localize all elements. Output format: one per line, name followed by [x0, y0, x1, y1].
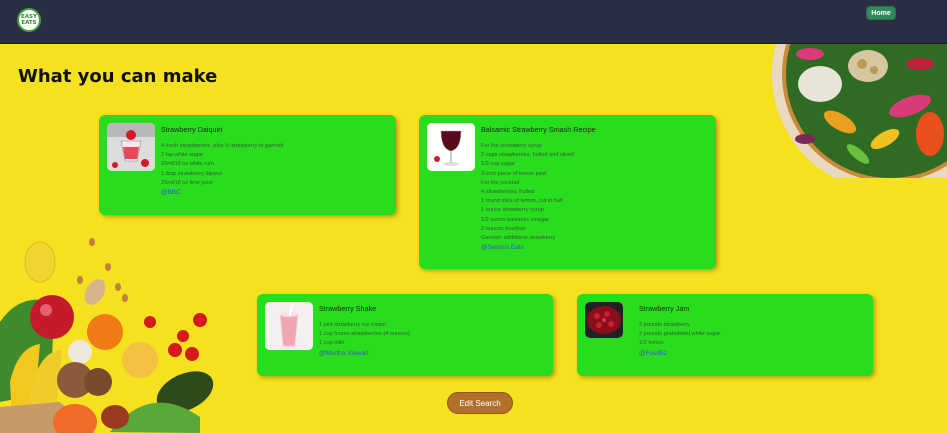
ingredient-item: 2 cups strawberries, hulled and sliced — [481, 152, 575, 159]
ingredient-list: 1 pint strawberry ice cream 1 cup frozen… — [319, 321, 410, 358]
produce-image — [0, 232, 240, 433]
ingredient-item: For the cocktail — [481, 179, 519, 186]
ingredient-list: 2 pounds strawberry 2 pounds granulated … — [639, 321, 720, 358]
ingredient-item: 1 cup milk — [319, 340, 345, 347]
ingredient-item: 1/2 lemon — [639, 340, 664, 347]
ingredient-item: 1 pint strawberry ice cream — [319, 322, 387, 328]
ingredient-item: 2 pounds strawberry — [639, 322, 690, 328]
source-link[interactable]: @BBC — [161, 188, 284, 197]
ingredient-list: 4 fresh strawberries, plus ½ strawberry … — [161, 142, 284, 197]
recipe-card[interactable]: Strawberry Daiquiri 4 fresh strawberries… — [99, 115, 396, 215]
ingredient-item: 1/2 ounce balsamic vinegar — [481, 216, 550, 223]
recipe-title: Balsamic Strawberry Smash Recipe — [481, 125, 596, 134]
ingredient-item: 25ml/1fl oz white rum — [161, 161, 214, 168]
ingredient-item: Garnish: additional strawberry — [481, 235, 556, 242]
jam-image — [585, 302, 623, 338]
ingredient-item: 1/3 cup sugar — [481, 161, 515, 168]
ingredient-item: 3-inch piece of lemon peel — [481, 170, 547, 177]
ingredient-item: 25ml/1fl oz lime juice — [161, 179, 213, 186]
ingredient-item: 4 fresh strawberries, plus ½ strawberry … — [161, 143, 284, 149]
source-link[interactable]: @Serious Eats — [481, 243, 574, 252]
home-button[interactable]: Home — [866, 6, 896, 20]
wine-glass-image — [427, 123, 475, 171]
edit-search-button[interactable]: Edit Search — [447, 392, 513, 414]
salad-bowl-image — [770, 44, 947, 178]
navbar: EASY EATS Home — [0, 0, 947, 44]
recipe-title: Strawberry Daiquiri — [161, 125, 223, 134]
logo-line-2: EATS — [21, 20, 37, 26]
source-link[interactable]: @Food52 — [639, 349, 720, 358]
milkshake-image — [265, 302, 313, 350]
ingredient-item: 2 pounds granulated white sugar — [639, 331, 721, 338]
recipe-card[interactable]: Strawberry Shake 1 pint strawberry ice c… — [257, 294, 553, 376]
recipe-card[interactable]: Strawberry Jam 2 pounds strawberry 2 pou… — [577, 294, 873, 376]
source-link[interactable]: @Martha Stewart — [319, 349, 410, 358]
recipe-title: Strawberry Shake — [319, 304, 377, 313]
ingredient-item: For the strawberry syrup — [481, 143, 542, 149]
ingredient-item: 2 ounces bourbon — [481, 225, 526, 232]
ingredient-item: 1 ounce strawberry syrup — [481, 207, 544, 214]
ingredient-item: 1 round slice of lemon, cut in half — [481, 198, 563, 205]
ingredient-item: 2 tsp white sugar — [161, 152, 204, 159]
logo[interactable]: EASY EATS — [17, 8, 41, 32]
recipe-title: Strawberry Jam — [639, 304, 690, 313]
ingredient-item: 4 strawberries, hulled — [481, 189, 535, 196]
ingredient-item: 1 tbsp strawberry liqueur — [161, 170, 223, 177]
ingredient-list: For the strawberry syrup 2 cups strawber… — [481, 142, 574, 252]
page-title: What you can make — [18, 66, 218, 87]
recipe-card[interactable]: Balsamic Strawberry Smash Recipe For the… — [419, 115, 716, 269]
cocktail-glass-image — [107, 123, 155, 171]
ingredient-item: 1 cup frozen strawberries (4 ounces) — [319, 331, 410, 338]
